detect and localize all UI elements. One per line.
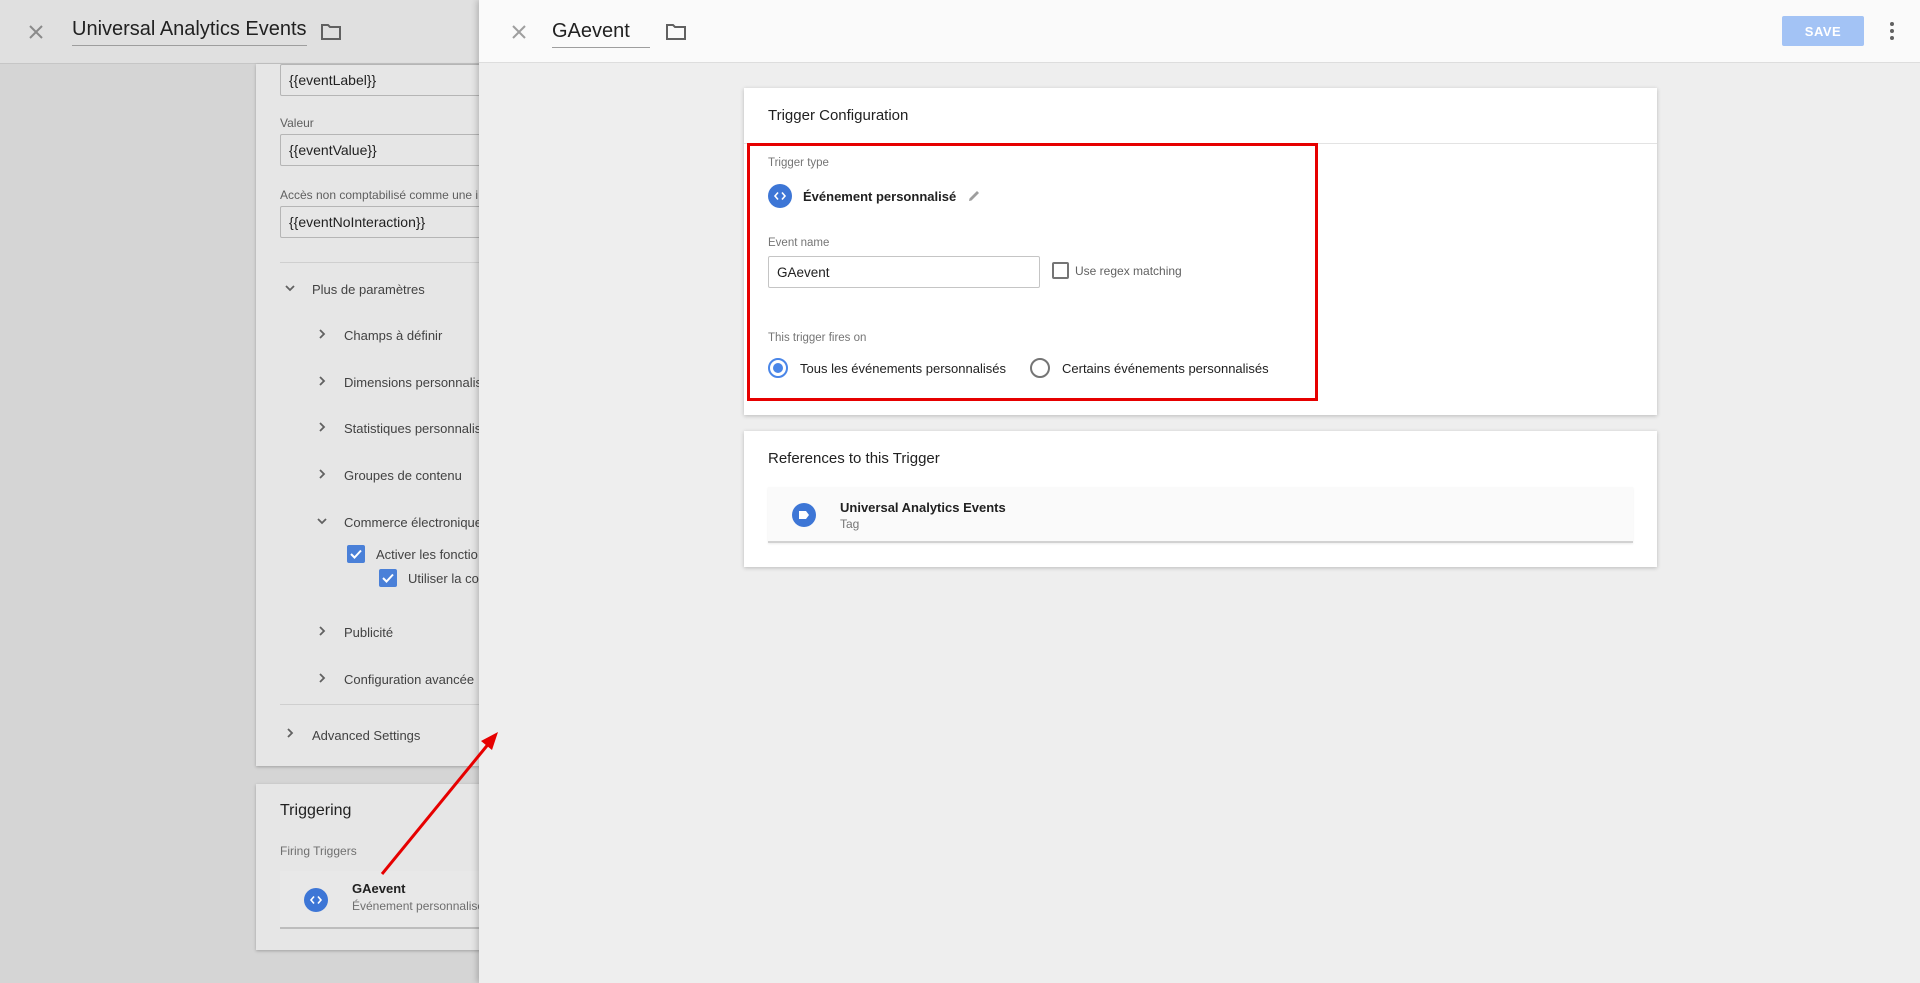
highlight-box xyxy=(747,143,1318,401)
close-icon[interactable] xyxy=(507,20,531,44)
enable-features-checkbox[interactable] xyxy=(347,545,365,563)
chevron-right-icon[interactable] xyxy=(316,375,328,387)
section-custom-dimensions[interactable]: Dimensions personnalis xyxy=(344,375,482,390)
folder-icon[interactable] xyxy=(320,22,342,42)
section-advertising[interactable]: Publicité xyxy=(344,625,393,640)
use-datalayer-checkbox[interactable] xyxy=(379,569,397,587)
firing-trigger-item[interactable]: GAevent Événement personnalisé xyxy=(280,871,500,929)
reference-name: Universal Analytics Events xyxy=(840,500,1006,515)
references-title: References to this Trigger xyxy=(768,450,940,467)
chevron-down-icon[interactable] xyxy=(284,282,296,294)
triggering-card: Triggering Firing Triggers GAevent Événe… xyxy=(256,784,500,950)
reference-item[interactable]: Universal Analytics Events Tag xyxy=(768,487,1633,543)
firing-trigger-name: GAevent xyxy=(352,881,406,896)
reference-type: Tag xyxy=(840,517,860,531)
section-custom-metrics[interactable]: Statistiques personnalis xyxy=(344,421,481,436)
trigger-title[interactable]: GAevent xyxy=(552,20,650,48)
chevron-right-icon[interactable] xyxy=(316,672,328,684)
card-title: Trigger Configuration xyxy=(768,107,909,124)
firing-trigger-type: Événement personnalisé xyxy=(352,899,485,913)
references-card: References to this Trigger Universal Ana… xyxy=(744,431,1657,567)
enable-features-label: Activer les fonctio xyxy=(376,547,478,562)
section-content-groups[interactable]: Groupes de contenu xyxy=(344,468,462,483)
value-label: Valeur xyxy=(280,116,314,130)
section-advanced-configuration[interactable]: Configuration avancée xyxy=(344,672,474,687)
non-interaction-label: Accès non comptabilisé comme une i xyxy=(280,188,479,202)
chevron-right-icon[interactable] xyxy=(316,328,328,340)
tag-configuration-card: {{eventLabel}} Valeur {{eventValue}} Acc… xyxy=(256,64,520,766)
firing-triggers-label: Firing Triggers xyxy=(280,844,357,858)
panel-header: GAevent SAVE xyxy=(479,0,1920,63)
chevron-down-icon[interactable] xyxy=(316,515,328,527)
divider xyxy=(280,704,500,705)
chevron-right-icon[interactable] xyxy=(284,727,296,739)
section-fields-to-set[interactable]: Champs à définir xyxy=(344,328,442,343)
save-button[interactable]: SAVE xyxy=(1782,16,1864,46)
tag-icon xyxy=(792,503,816,527)
chevron-right-icon[interactable] xyxy=(316,625,328,637)
use-datalayer-label: Utiliser la co xyxy=(408,571,479,586)
folder-icon[interactable] xyxy=(665,22,687,42)
more-vert-icon[interactable] xyxy=(1888,19,1896,43)
chevron-right-icon[interactable] xyxy=(316,421,328,433)
close-icon[interactable] xyxy=(24,20,48,44)
more-settings-toggle[interactable]: Plus de paramètres xyxy=(312,282,425,297)
divider xyxy=(280,262,500,263)
advanced-settings-toggle[interactable]: Advanced Settings xyxy=(312,728,420,743)
section-ecommerce[interactable]: Commerce électronique xyxy=(344,515,482,530)
custom-event-icon xyxy=(304,888,328,912)
triggering-title: Triggering xyxy=(280,802,352,819)
tag-title[interactable]: Universal Analytics Events xyxy=(72,18,307,46)
chevron-right-icon[interactable] xyxy=(316,468,328,480)
